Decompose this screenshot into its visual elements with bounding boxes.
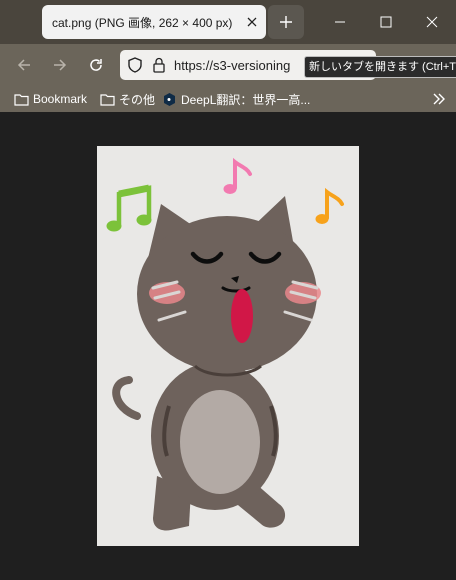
plus-icon (280, 16, 292, 28)
music-note-pink (223, 157, 252, 194)
bookmarks-overflow-button[interactable] (432, 90, 446, 108)
music-note-orange (315, 187, 344, 224)
reload-icon (90, 59, 102, 71)
new-tab-button[interactable] (268, 5, 304, 39)
tab-active[interactable]: cat.png (PNG 画像, 262 × 400 px) (42, 5, 266, 39)
bookmarks-toolbar: Bookmark その他 DeepL翻訳：世界一高... (0, 86, 456, 112)
new-tab-tooltip: 新しいタブを開きます (Ctrl+T) (304, 56, 456, 78)
page-content (0, 112, 456, 580)
close-window-button[interactable] (418, 8, 446, 36)
bookmark-deepl[interactable]: DeepL翻訳：世界一高... (162, 90, 310, 108)
maximize-button[interactable] (372, 8, 400, 36)
close-icon (426, 16, 438, 28)
tab-bar: cat.png (PNG 画像, 262 × 400 px) (0, 0, 456, 44)
folder-icon (100, 93, 115, 106)
displayed-image (97, 146, 359, 546)
bookmark-label: その他 (119, 92, 156, 107)
bookmark-folder-bookmark[interactable]: Bookmark (14, 90, 87, 108)
double-chevron-right-icon (433, 93, 445, 105)
forward-button[interactable] (46, 51, 74, 79)
singing-cat-illustration (106, 157, 344, 531)
cat (112, 196, 321, 531)
bookmark-label: Bookmark (33, 92, 88, 106)
maximize-icon (380, 16, 392, 28)
lock-icon[interactable] (152, 57, 166, 73)
reload-button[interactable] (82, 51, 110, 79)
bookmark-label: DeepL翻訳：世界一高... (181, 92, 311, 107)
back-button[interactable] (10, 51, 38, 79)
forward-arrow-icon (54, 59, 67, 71)
deepl-icon (164, 92, 175, 106)
close-tab-icon[interactable] (238, 8, 266, 36)
tab-title: cat.png (PNG 画像, 262 × 400 px) (52, 15, 233, 30)
minimize-icon (335, 21, 345, 23)
url-text: https://s3-versioning (174, 57, 291, 73)
folder-icon (14, 93, 29, 106)
shield-icon[interactable] (128, 57, 142, 73)
bookmark-folder-other[interactable]: その他 (100, 90, 155, 108)
back-arrow-icon (17, 59, 30, 71)
minimize-button[interactable] (326, 8, 354, 36)
music-note-green (106, 184, 152, 232)
